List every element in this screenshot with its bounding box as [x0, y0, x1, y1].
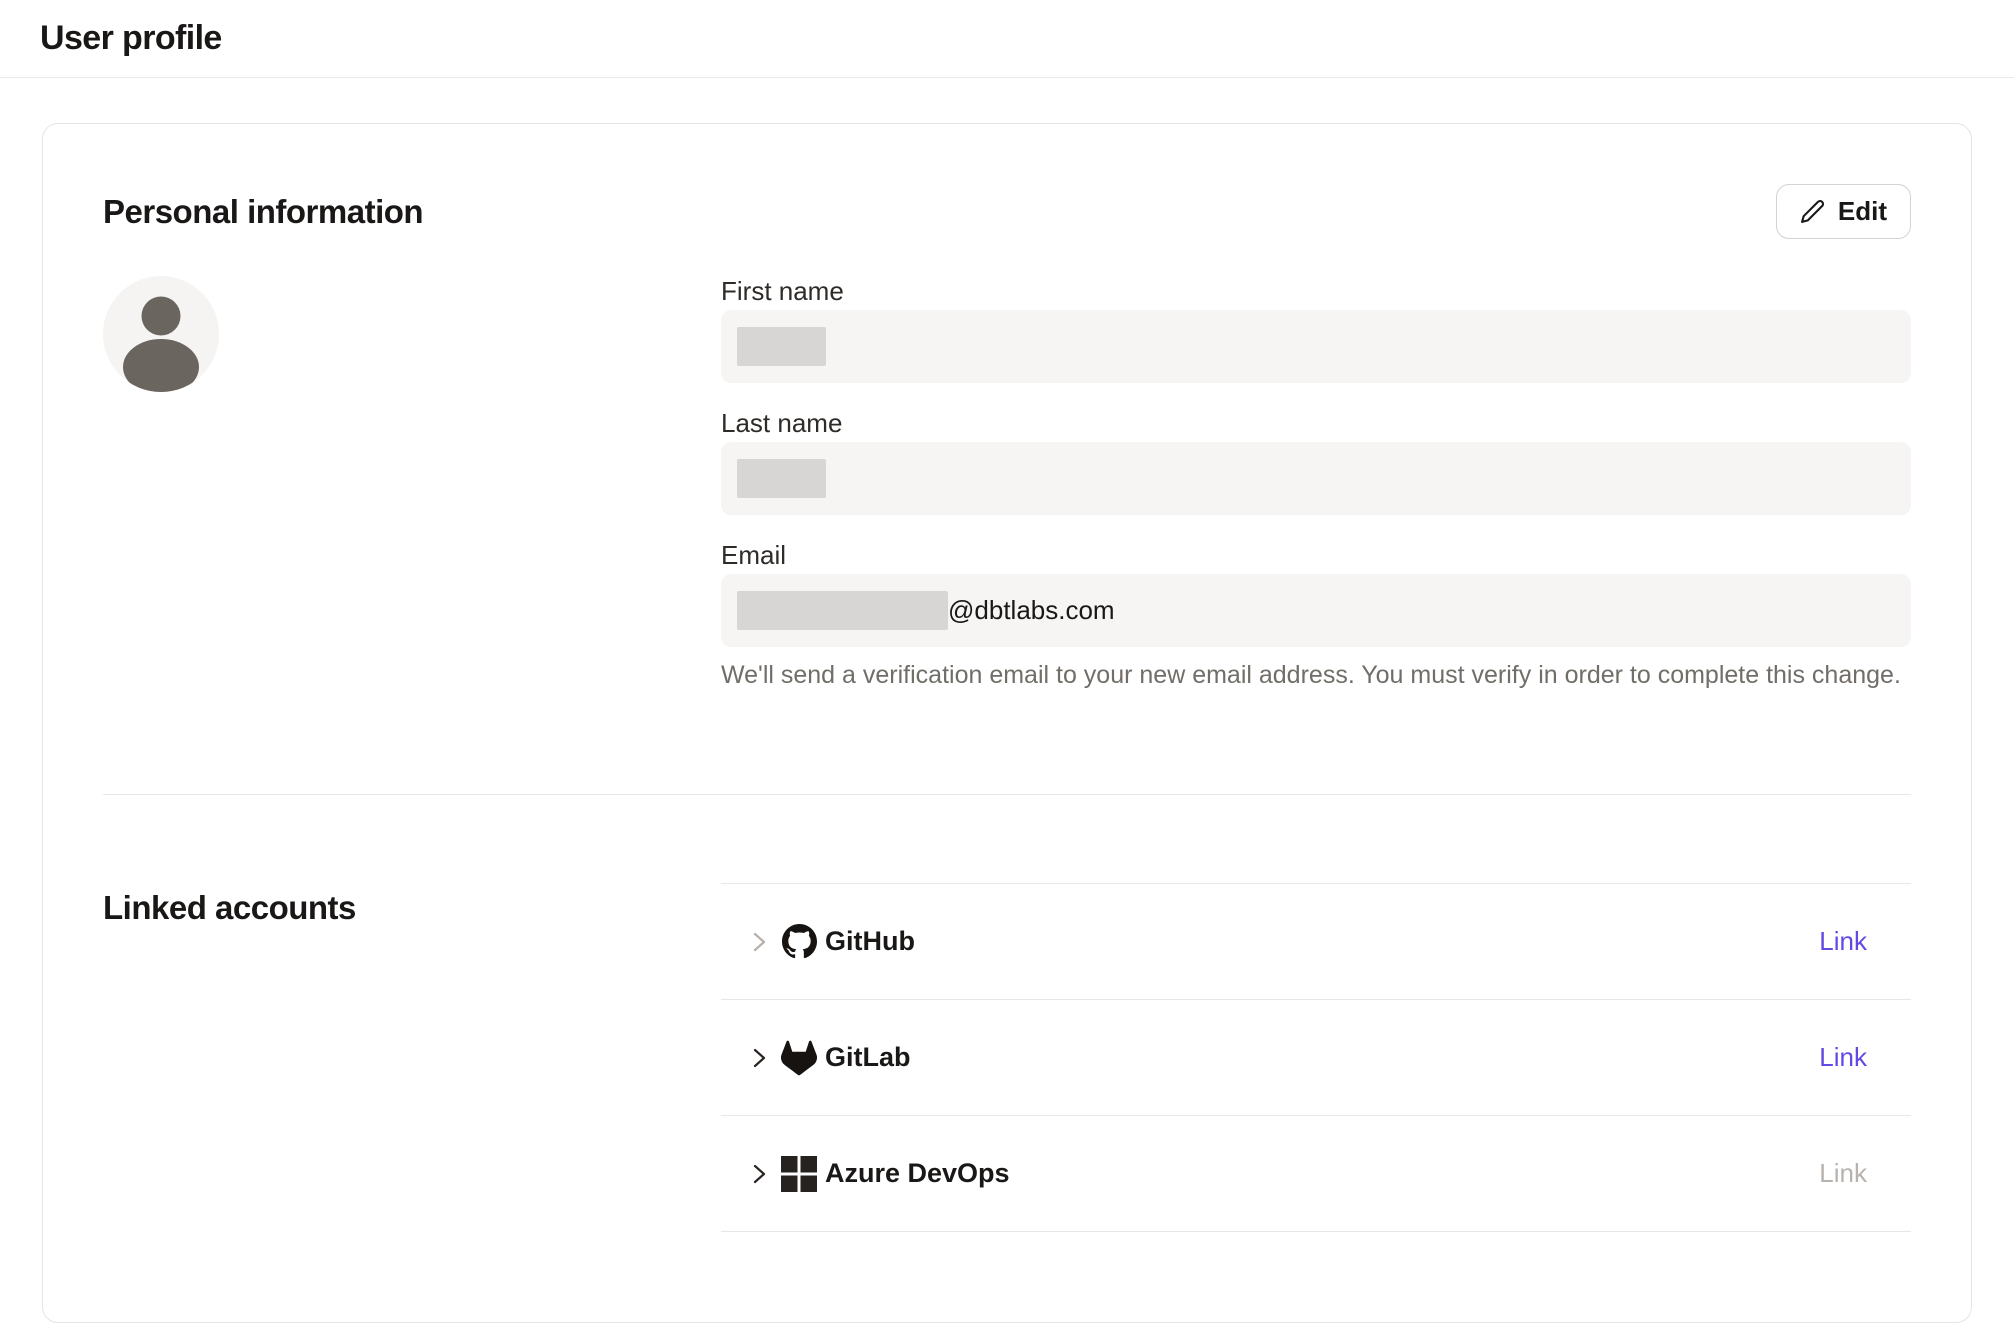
linked-account-row-github[interactable]: GitHub Link — [721, 884, 1911, 1000]
last-name-label: Last name — [721, 408, 1911, 438]
last-name-input[interactable] — [721, 442, 1911, 515]
section-divider — [103, 794, 1911, 795]
github-icon — [781, 924, 817, 960]
edit-button-label: Edit — [1838, 196, 1887, 227]
avatar-column — [103, 276, 721, 715]
provider-name: GitHub — [825, 926, 915, 957]
first-name-input[interactable] — [721, 310, 1911, 383]
email-input[interactable]: @dbtlabs.com — [721, 574, 1911, 647]
azure-devops-link-action: Link — [1819, 1158, 1867, 1189]
personal-information-heading: Personal information — [103, 193, 423, 231]
linked-account-row-gitlab[interactable]: GitLab Link — [721, 1000, 1911, 1116]
email-domain-text: @dbtlabs.com — [948, 595, 1115, 626]
chevron-right-icon[interactable] — [748, 1163, 770, 1185]
azure-devops-icon — [781, 1156, 817, 1192]
linked-accounts-list: GitHub Link GitLab Link — [721, 883, 1911, 1232]
linked-accounts-section: Linked accounts GitHub Link — [103, 883, 1911, 1232]
edit-button[interactable]: Edit — [1776, 184, 1911, 239]
last-name-field-group: Last name — [721, 408, 1911, 515]
avatar — [103, 276, 219, 392]
github-link-action[interactable]: Link — [1819, 926, 1867, 957]
linked-accounts-heading-column: Linked accounts — [103, 883, 721, 1232]
provider-name: GitLab — [825, 1042, 911, 1073]
email-helper-text: We'll send a verification email to your … — [721, 661, 1911, 690]
person-silhouette-icon — [103, 276, 219, 392]
linked-accounts-heading: Linked accounts — [103, 889, 721, 927]
redacted-first-name-value — [737, 327, 826, 366]
email-field-group: Email @dbtlabs.com We'll send a verifica… — [721, 540, 1911, 690]
redacted-email-local-part — [737, 591, 948, 630]
first-name-field-group: First name — [721, 276, 1911, 383]
chevron-right-icon[interactable] — [748, 1047, 770, 1069]
gitlab-link-action[interactable]: Link — [1819, 1042, 1867, 1073]
page-title: User profile — [40, 19, 222, 58]
pencil-icon — [1800, 199, 1825, 224]
user-profile-card: Personal information Edit — [42, 123, 1972, 1323]
personal-information-body: First name Last name Email @dbtlabs.com … — [103, 276, 1911, 715]
first-name-label: First name — [721, 276, 1911, 306]
redacted-last-name-value — [737, 459, 826, 498]
provider-name: Azure DevOps — [825, 1158, 1010, 1189]
fields-column: First name Last name Email @dbtlabs.com … — [721, 276, 1911, 715]
linked-account-row-azure-devops[interactable]: Azure DevOps Link — [721, 1116, 1911, 1232]
gitlab-icon — [781, 1040, 817, 1076]
personal-information-header: Personal information Edit — [103, 184, 1911, 239]
chevron-right-icon[interactable] — [748, 931, 770, 953]
page-header: User profile — [0, 0, 2014, 78]
email-label: Email — [721, 540, 1911, 570]
